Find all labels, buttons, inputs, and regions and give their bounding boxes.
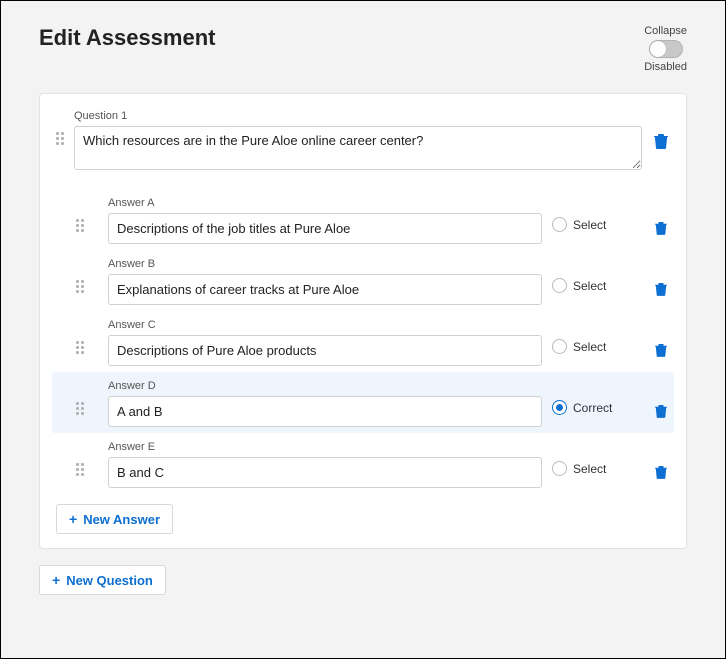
radio-label: Select	[573, 218, 606, 232]
plus-icon: +	[52, 572, 60, 588]
answer-row: Answer B Select	[52, 250, 674, 311]
correct-answer-radio[interactable]: Select	[552, 278, 642, 293]
question-label: Question 1	[74, 110, 642, 122]
drag-handle-icon[interactable]	[76, 219, 84, 232]
answer-label: Answer D	[108, 380, 542, 392]
radio-icon	[552, 217, 567, 232]
answer-row: Answer D Correct	[52, 372, 674, 433]
correct-answer-radio[interactable]: Select	[552, 217, 642, 232]
delete-answer-button[interactable]	[652, 280, 670, 298]
plus-icon: +	[69, 511, 77, 527]
delete-answer-button[interactable]	[652, 341, 670, 359]
trash-icon	[655, 404, 667, 418]
trash-icon	[655, 465, 667, 479]
drag-handle-icon[interactable]	[76, 402, 84, 415]
trash-icon	[655, 221, 667, 235]
radio-label: Correct	[573, 401, 612, 415]
new-answer-label: New Answer	[83, 512, 160, 527]
new-question-label: New Question	[66, 573, 153, 588]
collapse-label: Collapse	[644, 25, 687, 37]
trash-icon	[655, 343, 667, 357]
radio-label: Select	[573, 279, 606, 293]
collapse-toggle[interactable]	[649, 40, 683, 58]
answer-label: Answer C	[108, 319, 542, 331]
collapse-control: Collapse Disabled	[644, 25, 687, 73]
answer-text-input[interactable]	[108, 335, 542, 366]
answer-row: Answer A Select	[52, 189, 674, 250]
delete-answer-button[interactable]	[652, 219, 670, 237]
drag-handle-icon[interactable]	[76, 280, 84, 293]
drag-handle-icon[interactable]	[76, 341, 84, 354]
answer-label: Answer B	[108, 258, 542, 270]
answer-row: Answer E Select	[52, 433, 674, 494]
radio-label: Select	[573, 340, 606, 354]
drag-handle-icon[interactable]	[56, 132, 64, 145]
delete-answer-button[interactable]	[652, 402, 670, 420]
radio-icon	[552, 278, 567, 293]
correct-answer-radio[interactable]: Select	[552, 339, 642, 354]
answer-text-input[interactable]	[108, 457, 542, 488]
question-card: Question 1 Answer ASelectAnswer BSelectA…	[39, 93, 687, 549]
question-text-input[interactable]	[74, 126, 642, 170]
answer-text-input[interactable]	[108, 396, 542, 427]
radio-icon	[552, 461, 567, 476]
radio-icon	[552, 400, 567, 415]
new-answer-button[interactable]: + New Answer	[56, 504, 173, 534]
answer-label: Answer A	[108, 197, 542, 209]
radio-icon	[552, 339, 567, 354]
drag-handle-icon[interactable]	[76, 463, 84, 476]
answer-text-input[interactable]	[108, 213, 542, 244]
new-question-button[interactable]: + New Question	[39, 565, 166, 595]
delete-question-button[interactable]	[652, 132, 670, 150]
answer-label: Answer E	[108, 441, 542, 453]
collapse-state: Disabled	[644, 61, 687, 73]
delete-answer-button[interactable]	[652, 463, 670, 481]
trash-icon	[655, 282, 667, 296]
answer-text-input[interactable]	[108, 274, 542, 305]
trash-icon	[654, 133, 668, 149]
correct-answer-radio[interactable]: Correct	[552, 400, 642, 415]
answer-row: Answer C Select	[52, 311, 674, 372]
toggle-knob	[650, 41, 666, 57]
page-title: Edit Assessment	[39, 25, 215, 51]
radio-label: Select	[573, 462, 606, 476]
correct-answer-radio[interactable]: Select	[552, 461, 642, 476]
